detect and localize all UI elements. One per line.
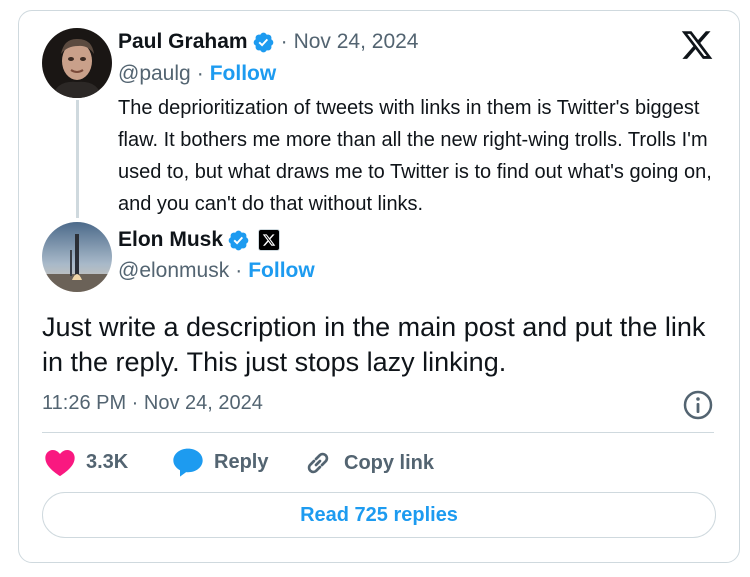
author-name[interactable]: Paul Graham — [118, 30, 248, 54]
author-handle[interactable]: @paulg — [118, 62, 191, 86]
quoted-post-text: The deprioritization of tweets with link… — [118, 97, 712, 215]
profile-photo — [42, 28, 112, 98]
post-date[interactable]: Nov 24, 2024 — [294, 30, 419, 54]
like-button[interactable]: 3.3K — [44, 447, 128, 477]
reply-bubble-icon — [173, 448, 203, 477]
reply-label: Reply — [214, 450, 269, 473]
read-replies-label: Read 725 replies — [300, 503, 458, 526]
post-timestamp[interactable]: 11:26 PM · Nov 24, 2024 — [42, 392, 263, 415]
like-count: 3.3K — [86, 450, 129, 473]
link-icon — [307, 452, 329, 474]
follow-button[interactable]: Follow — [210, 62, 277, 86]
separator-dot: · — [235, 259, 243, 282]
follow-button[interactable]: Follow — [248, 259, 315, 283]
x-logo-icon — [262, 234, 276, 246]
info-icon[interactable] — [682, 389, 714, 421]
profile-photo — [42, 222, 112, 292]
author-name[interactable]: Elon Musk — [118, 228, 223, 252]
reply-button[interactable]: Reply — [172, 447, 268, 477]
avatar[interactable] — [42, 28, 112, 98]
verified-badge-icon — [228, 230, 249, 250]
post-text: Just write a description in the main pos… — [42, 312, 706, 377]
divider — [42, 432, 714, 433]
read-replies-button[interactable]: Read 725 replies — [42, 492, 716, 538]
thread-connector-line — [76, 100, 79, 218]
copy-link-label: Copy link — [344, 451, 435, 474]
avatar[interactable] — [42, 222, 112, 292]
copy-link-button[interactable]: Copy link — [302, 447, 434, 479]
x-logo-icon[interactable] — [680, 28, 714, 62]
verified-badge-icon — [253, 32, 273, 52]
reply-author-row: Elon Musk — [118, 228, 281, 252]
author-handle[interactable]: @elonmusk — [118, 259, 229, 283]
heart-icon — [45, 450, 75, 477]
affiliation-badge[interactable] — [258, 229, 281, 251]
reply-handle-row: @elonmusk · Follow — [118, 259, 315, 283]
quoted-author-row: Paul Graham · Nov 24, 2024 — [118, 30, 419, 54]
separator-dot: · — [196, 62, 204, 85]
quoted-handle-row: @paulg · Follow — [118, 62, 276, 86]
separator-dot: · — [280, 30, 288, 53]
